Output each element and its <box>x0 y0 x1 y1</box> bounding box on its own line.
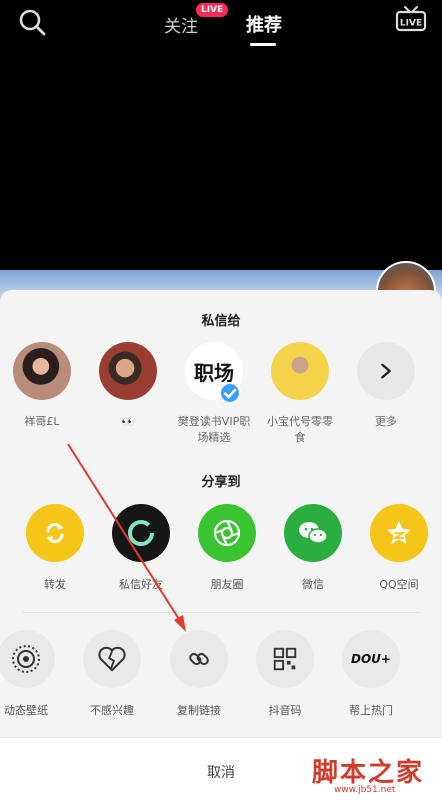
live-icon-text: LIVE <box>400 19 422 29</box>
chevron-right-icon <box>381 363 391 379</box>
action-douyin-code[interactable]: 抖音码 <box>245 630 325 718</box>
contact-name: 祥哥£L <box>24 415 60 428</box>
avatar <box>271 342 329 400</box>
dou-plus-icon: DOU+ <box>342 630 400 688</box>
active-tab-indicator <box>250 43 276 46</box>
action-label: 帮上热门 <box>349 704 393 717</box>
share-label: 微信 <box>302 578 324 591</box>
action-label: 复制链接 <box>177 704 221 717</box>
avatar <box>99 342 157 400</box>
share-label: 朋友圈 <box>210 578 244 591</box>
verified-badge-icon <box>219 382 241 404</box>
wechat-icon <box>284 504 342 562</box>
contact-2[interactable]: 👀 <box>88 342 168 430</box>
message-ring-icon <box>112 504 170 562</box>
share-label: 转发 <box>44 578 66 591</box>
action-dou-plus[interactable]: DOU+ 帮上热门 <box>331 630 411 718</box>
watermark-brand: 脚本之家 <box>312 758 425 788</box>
live-tv-icon[interactable]: LIVE <box>394 5 428 35</box>
share-label: QQ空间 <box>379 578 419 591</box>
contact-name: 更多 <box>375 415 397 428</box>
share-qzone[interactable]: QQ空间 <box>359 504 439 592</box>
share-private-message[interactable]: 私信好友 <box>101 504 181 592</box>
moments-icon <box>198 504 256 562</box>
action-label: 不感兴趣 <box>90 704 134 717</box>
avatar <box>13 342 71 400</box>
top-bar: 关注 LIVE 推荐 LIVE <box>0 0 442 60</box>
contact-more[interactable]: 更多 <box>346 342 426 430</box>
watermark-url: www.jb51.net <box>334 785 396 795</box>
tab-follow[interactable]: 关注 <box>164 12 198 37</box>
tab-recommend[interactable]: 推荐 <box>246 11 282 37</box>
contact-name: 👀 <box>121 415 135 428</box>
qzone-icon <box>370 504 428 562</box>
action-copy-link[interactable]: 复制链接 <box>159 630 239 718</box>
action-live-wallpaper[interactable]: 动态壁纸 <box>0 630 66 718</box>
action-label: 抖音码 <box>268 704 302 717</box>
share-moments[interactable]: 朋友圈 <box>187 504 267 592</box>
avatar <box>357 342 415 400</box>
dm-section-title: 私信给 <box>201 314 241 329</box>
wallpaper-icon <box>0 630 55 688</box>
contact-1[interactable]: 祥哥£L <box>2 342 82 430</box>
live-badge: LIVE <box>196 3 229 17</box>
contact-name: 小宝代号零零食 <box>267 415 333 444</box>
share-label: 私信好友 <box>119 578 163 591</box>
action-label: 动态壁纸 <box>4 704 48 717</box>
contact-3[interactable]: 职场 樊登读书VIP职场精选 <box>174 342 254 446</box>
dou-plus-text: DOU+ <box>351 652 391 666</box>
repost-icon <box>26 504 84 562</box>
share-repost[interactable]: 转发 <box>15 504 95 592</box>
share-wechat[interactable]: 微信 <box>273 504 353 592</box>
section-divider <box>22 612 420 613</box>
share-sheet: 私信给 祥哥£L 👀 职场 樊登读书VIP职场精选 小宝代号零零食 更多 分享到 <box>0 290 442 800</box>
broken-heart-icon <box>83 630 141 688</box>
share-section-title: 分享到 <box>201 475 241 490</box>
contact-4[interactable]: 小宝代号零零食 <box>260 342 340 446</box>
qr-code-icon <box>256 630 314 688</box>
search-icon[interactable] <box>18 8 46 36</box>
contact-name: 樊登读书VIP职场精选 <box>177 415 251 444</box>
link-icon <box>170 630 228 688</box>
action-not-interested[interactable]: 不感兴趣 <box>72 630 152 718</box>
